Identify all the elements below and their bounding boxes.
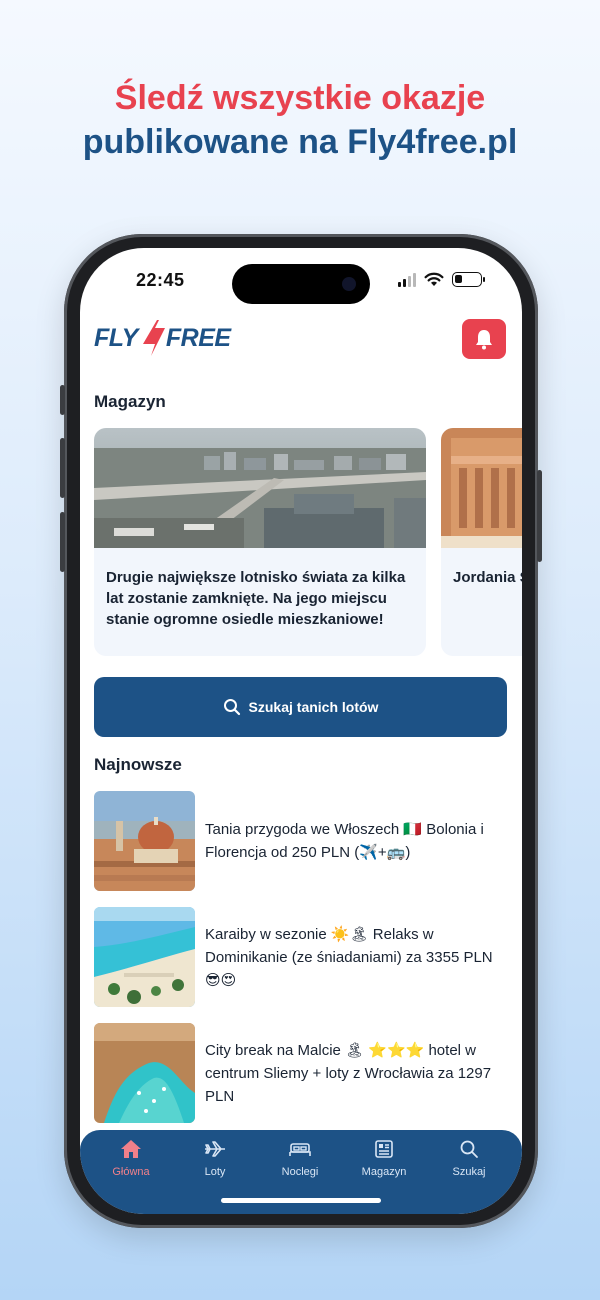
deal-title: Karaiby w sezonie ☀️🏝 Relaks w Dominikan… — [205, 925, 493, 989]
status-time: 22:45 — [136, 270, 185, 290]
logo-text-fly: FLY — [94, 323, 138, 352]
nav-item-magazine[interactable]: Magazyn — [344, 1138, 424, 1178]
petra-photo — [441, 428, 522, 548]
latest-deals-list: Tania przygoda we Włoszech 🇮🇹 Bolonia i … — [94, 791, 508, 1139]
plane-icon — [205, 1141, 225, 1157]
search-button-label: Szukaj tanich lotów — [248, 699, 379, 715]
malta-lagoon-thumbnail — [94, 1023, 195, 1123]
notifications-button[interactable] — [462, 319, 506, 359]
nav-item-accommodation[interactable]: Noclegi — [260, 1138, 340, 1178]
promo-headline: Śledź wszystkie okazje publikowane na Fl… — [0, 76, 600, 164]
search-icon — [223, 699, 240, 716]
nav-item-search[interactable]: Szukaj — [429, 1138, 509, 1178]
dynamic-island — [232, 264, 370, 304]
nav-item-flights[interactable]: Loty — [175, 1138, 255, 1178]
search-cheap-flights-button[interactable]: Szukaj tanich lotów — [94, 677, 507, 737]
nav-item-home[interactable]: Główna — [91, 1138, 171, 1178]
app-screen: 22:45 FLY FREE Magazyn Drugie największe… — [80, 248, 522, 1214]
latest-section-title: Najnowsze — [94, 755, 182, 774]
home-icon — [121, 1140, 141, 1158]
nav-label: Główna — [112, 1166, 150, 1178]
status-icons — [398, 272, 485, 287]
logo-four-icon — [142, 320, 165, 356]
nav-label: Szukaj — [452, 1166, 486, 1178]
phone-volume-up-button — [60, 438, 65, 498]
deal-list-item[interactable]: Tania przygoda we Włoszech 🇮🇹 Bolonia i … — [94, 791, 508, 907]
battery-fill — [455, 275, 462, 283]
bed-icon — [289, 1143, 311, 1156]
promo-line-2: publikowane na Fly4free.pl — [82, 123, 518, 161]
magazine-section-title: Magazyn — [94, 392, 166, 411]
nav-label: Loty — [204, 1166, 226, 1178]
deal-title: Tania przygoda we Włoszech 🇮🇹 Bolonia i … — [205, 821, 484, 861]
phone-power-button — [537, 470, 542, 562]
deal-list-item[interactable]: Karaiby w sezonie ☀️🏝 Relaks w Dominikan… — [94, 907, 508, 1023]
fly4free-logo[interactable]: FLY FREE — [94, 318, 231, 358]
deal-list-item[interactable]: City break na Malcie 🏝 ⭐⭐⭐ hotel w centr… — [94, 1023, 508, 1139]
caribbean-beach-thumbnail — [94, 907, 195, 1007]
florence-thumbnail — [94, 791, 195, 891]
camera-icon — [342, 277, 356, 291]
magazine-card-title: Jordania Słynne sk błyskawic — [453, 569, 522, 586]
deal-title: City break na Malcie 🏝 ⭐⭐⭐ hotel w centr… — [205, 1041, 492, 1105]
signal-icon — [398, 272, 416, 287]
battery-icon — [452, 272, 485, 287]
logo-text-free: FREE — [165, 323, 231, 352]
home-indicator[interactable] — [221, 1198, 381, 1203]
airport-photo — [94, 428, 426, 548]
phone-volume-down-button — [60, 512, 65, 572]
phone-action-button — [60, 385, 65, 415]
nav-label: Magazyn — [361, 1166, 407, 1178]
promo-line-1: Śledź wszystkie okazje — [114, 79, 486, 117]
newspaper-icon — [375, 1140, 393, 1158]
magazine-card[interactable]: Jordania Słynne sk błyskawic — [441, 428, 522, 656]
bell-icon — [476, 330, 492, 350]
search-icon — [460, 1140, 478, 1158]
magazine-card[interactable]: Drugie największe lotnisko świata za kil… — [94, 428, 426, 656]
wifi-icon — [424, 272, 444, 286]
magazine-card-title: Drugie największe lotnisko świata za kil… — [106, 569, 406, 628]
nav-label: Noclegi — [281, 1166, 319, 1178]
magazine-carousel[interactable]: Drugie największe lotnisko świata za kil… — [94, 428, 522, 658]
